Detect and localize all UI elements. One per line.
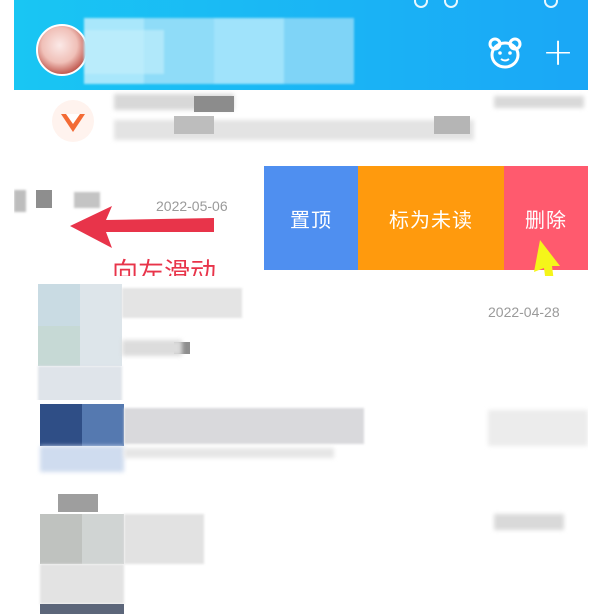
blurred-avatar: [82, 404, 124, 446]
bear-face-icon[interactable]: [488, 36, 522, 70]
app-header: +: [14, 0, 588, 90]
mark-unread-button[interactable]: 标为未读: [358, 166, 504, 270]
blurred-avatar: [40, 404, 82, 446]
blurred-text: [494, 514, 564, 530]
blurred-text: [114, 120, 474, 140]
blurred-text: [124, 408, 364, 444]
blurred-text: [14, 190, 26, 212]
phone-screen: + 2022-05-06 置顶 标为未读 删除 向左滑动 2022-04-28: [14, 0, 588, 614]
status-icon: [544, 0, 558, 8]
blurred-profile-name: [84, 8, 364, 84]
status-icon: [414, 0, 428, 8]
blurred-text: [194, 96, 234, 112]
blurred-text: [124, 448, 334, 458]
item-date: 2022-04-28: [488, 304, 560, 320]
blurred-avatar: [38, 326, 80, 366]
blurred-text: [494, 96, 584, 108]
blurred-text: [122, 288, 242, 318]
blurred-text: [488, 410, 588, 446]
blurred-avatar: [40, 604, 124, 614]
blurred-text: [36, 190, 52, 208]
add-icon[interactable]: +: [538, 32, 578, 72]
swipe-left-arrow-icon: [70, 206, 214, 248]
blurred-text: [434, 116, 470, 134]
blurred-avatar: [38, 366, 122, 404]
blurred-avatar: [80, 284, 122, 366]
avatar[interactable]: [36, 24, 88, 76]
blurred-avatar: [38, 284, 80, 326]
blurred-avatar: [40, 446, 124, 472]
blurred-avatar: [40, 564, 124, 604]
blurred-text: [124, 514, 204, 564]
blurred-text: [122, 340, 182, 356]
status-icon: [444, 0, 458, 8]
pin-button[interactable]: 置顶: [264, 166, 358, 270]
app-logo-icon: [52, 100, 94, 142]
blurred-avatar: [58, 494, 98, 512]
blurred-avatar: [40, 514, 82, 564]
blurred-avatar: [82, 514, 124, 564]
blurred-text: [174, 116, 214, 134]
